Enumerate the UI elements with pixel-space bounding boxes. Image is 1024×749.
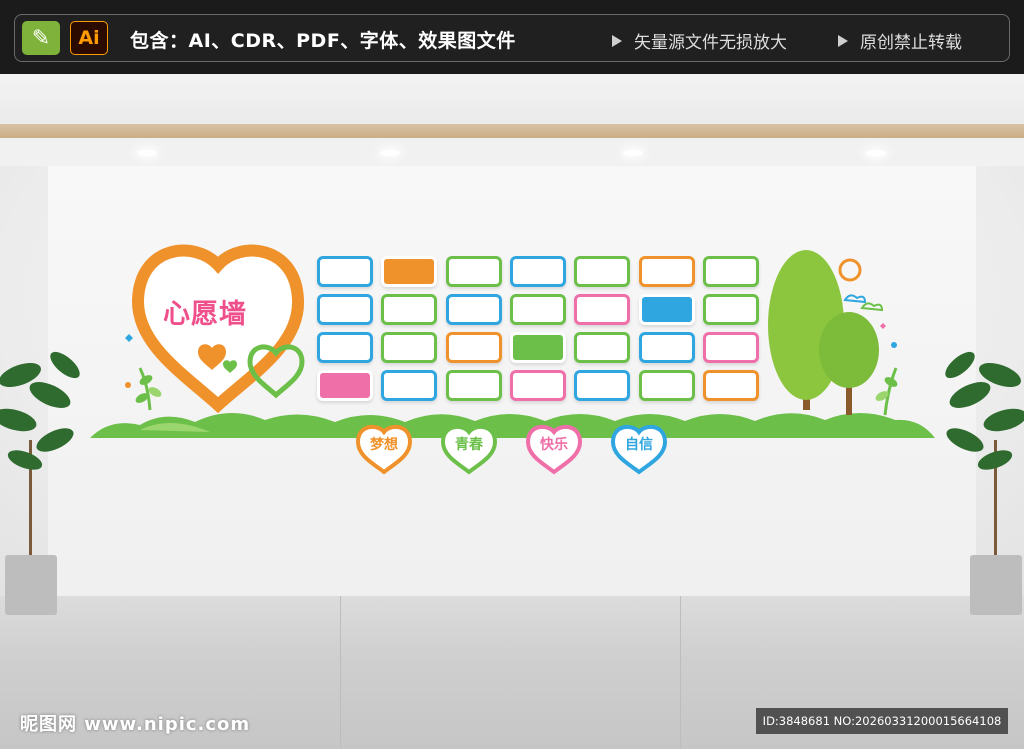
wish-card: [509, 370, 566, 401]
wall-title: 心愿墙: [163, 299, 247, 330]
dot: [125, 382, 131, 388]
wish-card: [638, 294, 695, 325]
plant-pot: [970, 555, 1022, 615]
wish-card: [509, 294, 566, 325]
sun-icon: [838, 258, 862, 282]
wish-card: [638, 332, 695, 363]
image-id-tag: ID:3848681 NO:20260331200015664108: [756, 708, 1008, 734]
heart-label-youth: 青春: [455, 437, 483, 453]
heart-label-confident: 自信: [625, 437, 653, 453]
wish-card: [638, 256, 695, 287]
wish-card: [381, 332, 438, 363]
sparkle-icon: [880, 323, 886, 329]
wish-card: [702, 256, 759, 287]
wish-card: [702, 370, 759, 401]
wish-card: [381, 370, 438, 401]
cloud-icon: [860, 302, 884, 312]
green-hills: [90, 412, 935, 438]
sparkle-icon: [125, 334, 133, 342]
wish-card: [574, 294, 631, 325]
wish-card: [445, 294, 502, 325]
plant-pot: [5, 555, 57, 615]
wish-card: [317, 294, 373, 325]
plant-leaves: [0, 351, 80, 470]
heart-label-dream: 梦想: [370, 437, 398, 453]
wish-card: [702, 294, 759, 325]
wish-card: [509, 256, 566, 287]
wish-card: [445, 332, 502, 363]
site-watermark: 昵图网 www.nipic.com: [20, 714, 251, 735]
wish-card: [574, 370, 631, 401]
wish-card: [445, 256, 502, 287]
wish-card: [702, 332, 759, 363]
wish-card: [317, 332, 373, 363]
wish-card: [574, 256, 631, 287]
wish-card: [317, 370, 373, 401]
wish-card: [381, 256, 438, 287]
wish-card: [638, 370, 695, 401]
sprig: [138, 367, 152, 411]
wish-card: [445, 370, 502, 401]
wish-card: [509, 332, 566, 363]
wish-card: [381, 294, 438, 325]
wish-card: [574, 332, 631, 363]
wish-card: [317, 256, 373, 287]
dot: [891, 342, 897, 348]
plant-leaves: [945, 351, 1024, 470]
tree-crown: [819, 312, 879, 388]
heart-label-happy: 快乐: [540, 437, 568, 453]
cloud-icon: [843, 294, 867, 304]
